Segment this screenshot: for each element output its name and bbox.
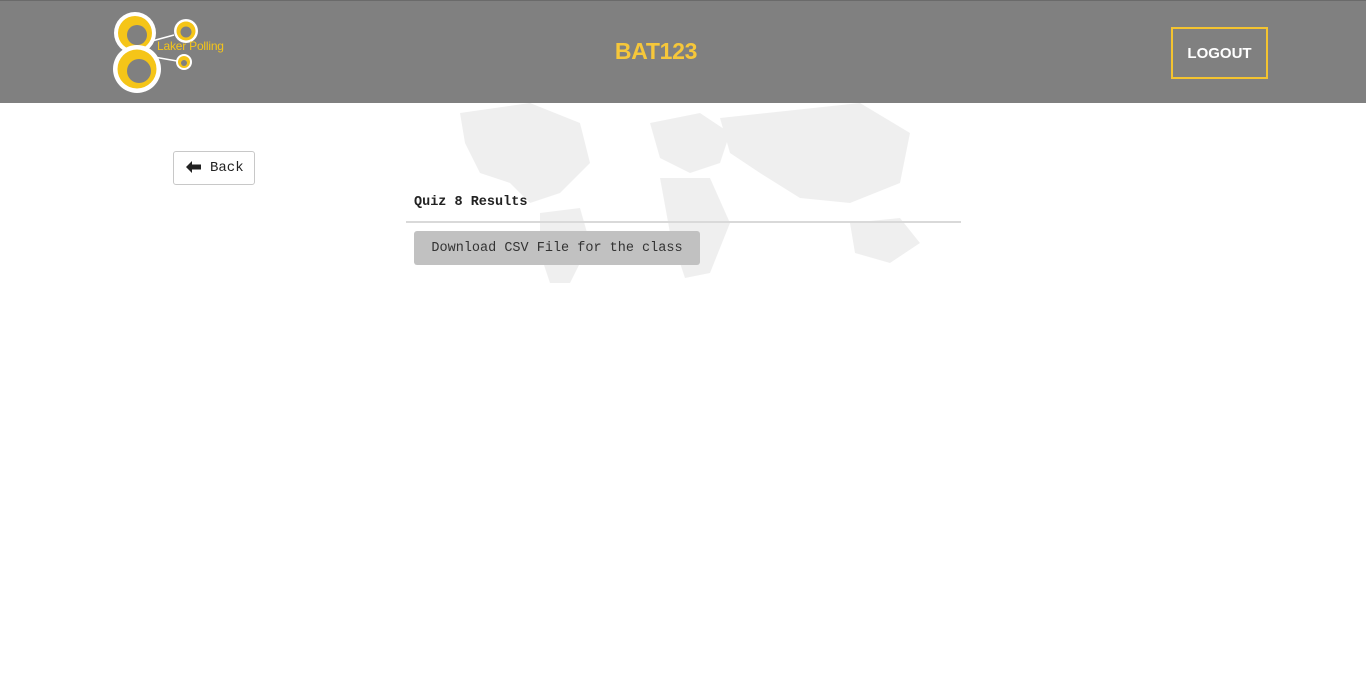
- logout-button[interactable]: LOGOUT: [1171, 27, 1268, 79]
- course-title: BAT123: [614, 38, 698, 64]
- laker-polling-logo-icon: [113, 12, 198, 93]
- results-heading: Quiz 8 Results: [414, 195, 528, 210]
- divider: [406, 221, 961, 223]
- back-button-label: Back: [210, 160, 244, 176]
- download-csv-button[interactable]: Download CSV File for the class: [414, 231, 700, 265]
- logo[interactable]: Laker Polling: [108, 9, 248, 97]
- arrow-left-icon: [186, 161, 201, 173]
- header: Laker Polling BAT123 LOGOUT: [0, 0, 1366, 103]
- logo-text: Laker Polling: [157, 39, 224, 53]
- page: Laker Polling BAT123 LOGOUT Back Quiz 8 …: [0, 0, 1366, 695]
- back-button[interactable]: Back: [173, 151, 255, 185]
